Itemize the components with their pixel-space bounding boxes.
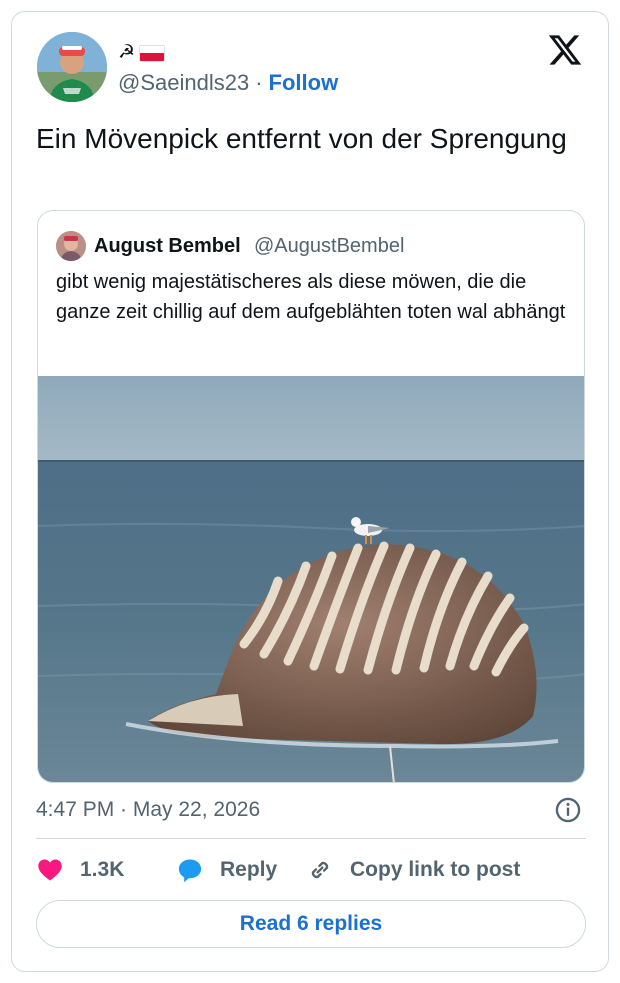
reply-label: Reply [220,858,278,881]
quoted-post-image[interactable] [38,376,585,783]
follow-button[interactable]: Follow [269,69,339,97]
copy-link-button[interactable]: Copy link to post [306,856,520,884]
quoted-author-avatar[interactable] [56,231,86,261]
read-replies-button[interactable]: Read 6 replies [36,900,586,948]
footer-divider [36,838,586,839]
post-actions: 1.3K Reply Copy link to post [36,852,520,888]
author-handle[interactable]: @Saeindls23 [118,69,249,97]
author-handle-row: @Saeindls23 · Follow [118,69,338,97]
heart-icon [38,859,62,881]
author-avatar[interactable] [37,32,107,102]
like-count: 1.3K [80,858,125,881]
post-text: Ein Mövenpick entfernt von der Sprengung [36,123,567,154]
reply-button[interactable]: Reply [176,856,306,884]
quoted-post-text: gibt wenig majestätischeres als diese mö… [56,271,566,323]
poland-flag-icon [139,44,166,62]
quoted-post[interactable]: August Bembel @AugustBembel gibt wenig m… [37,210,585,783]
embedded-post-card: ☭ @Saeindls23 · Follow Ein Mövenpick ent… [11,11,609,972]
author-avatar-image [37,32,107,102]
quoted-avatar-image [56,231,86,261]
x-logo-icon[interactable] [547,32,583,68]
quoted-author-handle[interactable]: @AugustBembel [254,231,404,261]
link-icon [311,861,329,879]
copy-link-label: Copy link to post [350,858,521,881]
author-display-name[interactable]: ☭ [118,39,166,67]
reply-bubble-icon [178,859,202,883]
info-icon[interactable] [554,796,582,824]
hammer-sickle-icon: ☭ [118,42,136,63]
separator-dot: · [255,70,263,95]
like-button[interactable]: 1.3K [36,856,176,884]
post-timestamp[interactable]: 4:47 PM · May 22, 2026 [36,796,260,824]
quoted-author-name[interactable]: August Bembel [94,231,241,261]
